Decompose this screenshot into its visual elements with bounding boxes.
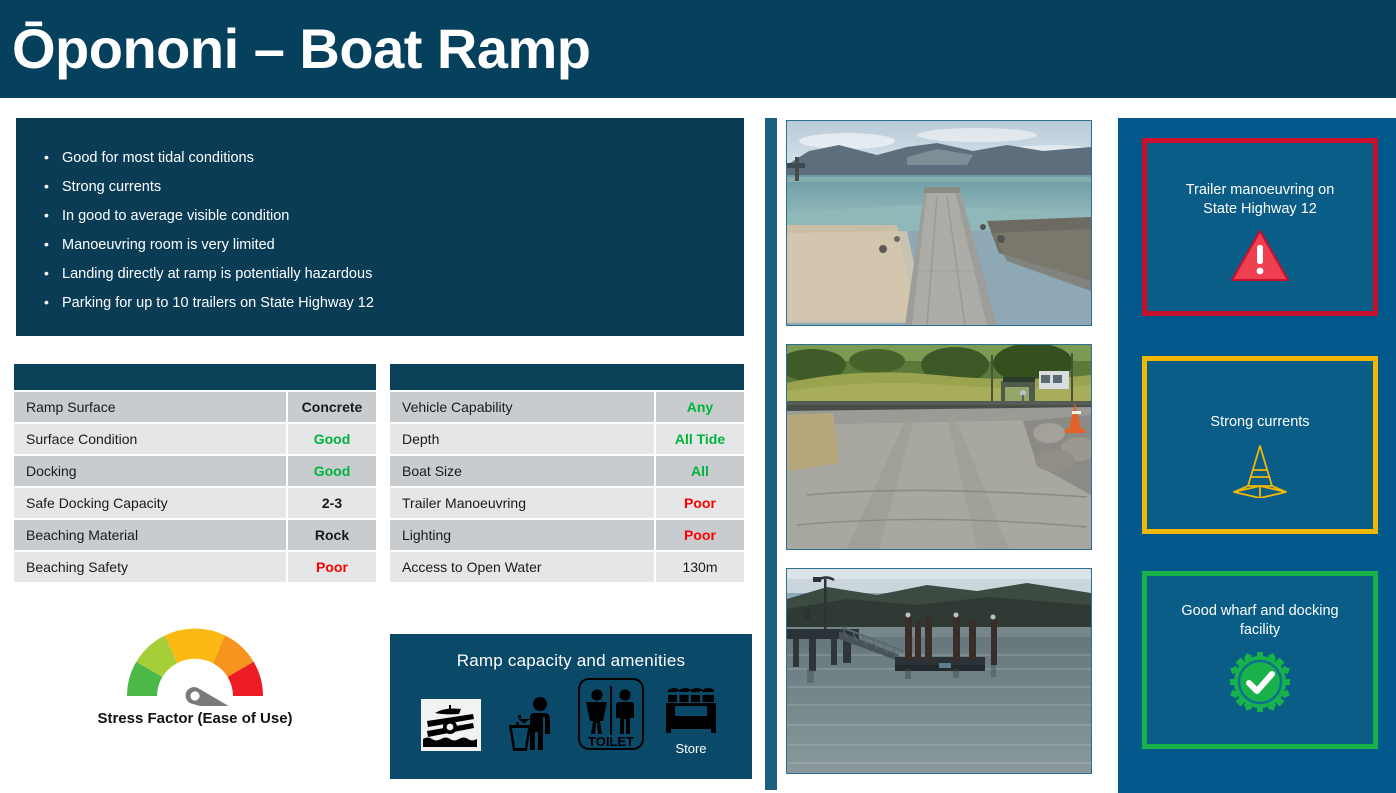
table-cell-value: Poor	[286, 552, 376, 582]
amenity-caption: Store	[675, 741, 707, 756]
table-row: Lighting Poor	[390, 520, 744, 550]
alerts-panel: Trailer manoeuvring on State Highway 12 …	[1118, 118, 1396, 793]
table-cell-value: 2-3	[286, 488, 376, 518]
alert-card-caution: Strong currents	[1142, 356, 1378, 534]
table-row: Ramp Surface Concrete	[14, 392, 376, 422]
table-row: Access to Open Water 130m	[390, 552, 744, 582]
table-cell-value: Good	[286, 424, 376, 454]
alert-card-hazard: Trailer manoeuvring on State Highway 12	[1142, 138, 1378, 316]
table-cell-label: Beaching Material	[26, 527, 139, 543]
alert-text: Trailer manoeuvring on State Highway 12	[1185, 182, 1335, 217]
table-cell-label: Docking	[26, 463, 77, 479]
table-cell-value: Concrete	[286, 392, 376, 422]
list-item: Manoeuvring room is very limited	[42, 236, 744, 253]
alert-text: Good wharf and docking facility	[1181, 603, 1339, 638]
amenity-toilet: TOILET TOILET	[574, 677, 648, 756]
alert-card-positive: Good wharf and docking facility	[1142, 571, 1378, 749]
ramp-attributes-table: Ramp Surface Concrete Surface Condition …	[14, 364, 376, 584]
table-cell-label: Depth	[402, 431, 440, 447]
table-cell-label: Safe Docking Capacity	[26, 495, 168, 511]
alert-icon-wrap	[1147, 229, 1373, 283]
alert-icon-wrap	[1147, 650, 1373, 714]
store-stall-icon	[666, 688, 716, 733]
table-row: Vehicle Capability Any	[390, 392, 744, 422]
list-item: Landing directly at ramp is potentially …	[42, 265, 744, 282]
table-row: Beaching Safety Poor	[14, 552, 376, 582]
rubbish-bin-icon	[509, 697, 550, 751]
page-title: Ōpononi – Boat Ramp	[12, 17, 591, 80]
photo-wharf-pontoon	[786, 568, 1092, 774]
svg-text:TOILET: TOILET	[588, 734, 634, 749]
table-cell-label: Boat Size	[402, 463, 462, 479]
list-item: In good to average visible condition	[42, 207, 744, 224]
table-row: Docking Good	[14, 456, 376, 486]
table-cell-value: Any	[654, 392, 744, 422]
boat-ramp-icon	[421, 699, 481, 751]
gauge-caption: Stress Factor (Ease of Use)	[97, 710, 293, 727]
table-cell-value: Poor	[654, 520, 744, 550]
table-cell-value: All	[654, 456, 744, 486]
photo-ramp-to-water	[786, 120, 1092, 326]
table-cell-value: Rock	[286, 520, 376, 550]
alert-icon-wrap	[1147, 442, 1373, 498]
table-cell-label: Access to Open Water	[402, 559, 542, 575]
table-header-bar	[14, 364, 376, 390]
stress-factor-gauge: Stress Factor (Ease of Use)	[14, 620, 376, 727]
summary-bullets-list: Good for most tidal conditions Strong cu…	[16, 118, 744, 311]
table-cell-value: Poor	[654, 488, 744, 518]
table-cell-label: Beaching Safety	[26, 559, 128, 575]
gauge-dial-icon	[127, 628, 263, 706]
photo-column	[786, 120, 1092, 774]
table-row: Boat Size All	[390, 456, 744, 486]
table-row: Surface Condition Good	[14, 424, 376, 454]
toilet-sign-icon: TOILET	[578, 678, 644, 750]
table-cell-label: Ramp Surface	[26, 399, 116, 415]
table-row: Safe Docking Capacity 2-3	[14, 488, 376, 518]
access-attributes-table: Vehicle Capability Any Depth All Tide Bo…	[390, 364, 744, 584]
table-cell-label: Surface Condition	[26, 431, 138, 447]
amenities-panel: Ramp capacity and amenities TOILET Store	[390, 634, 752, 779]
list-item: Strong currents	[42, 178, 744, 195]
list-item: Parking for up to 10 trailers on State H…	[42, 294, 744, 311]
verified-check-badge-icon	[1230, 652, 1290, 712]
warning-triangle-icon	[1231, 230, 1289, 281]
table-cell-label: Trailer Manoeuvring	[402, 495, 526, 511]
amenities-title: Ramp capacity and amenities	[456, 651, 686, 670]
summary-bullets-panel: Good for most tidal conditions Strong cu…	[16, 118, 744, 336]
table-row: Trailer Manoeuvring Poor	[390, 488, 744, 518]
table-header-bar	[390, 364, 744, 390]
column-divider	[765, 118, 777, 790]
table-cell-value: Good	[286, 456, 376, 486]
table-row: Beaching Material Rock	[14, 520, 376, 550]
table-row: Depth All Tide	[390, 424, 744, 454]
amenity-rubbish-bin	[494, 695, 568, 756]
photo-ramp-to-road	[786, 344, 1092, 550]
traffic-cone-icon	[1233, 445, 1287, 498]
table-cell-value: All Tide	[654, 424, 744, 454]
list-item: Good for most tidal conditions	[42, 149, 744, 166]
table-cell-label: Vehicle Capability	[402, 399, 513, 415]
amenity-store: Store	[654, 686, 728, 756]
amenities-icon-row: TOILET TOILET Store	[390, 671, 752, 756]
page-header: Ōpononi – Boat Ramp	[0, 0, 1396, 98]
table-cell-value: 130m	[654, 552, 744, 582]
amenity-boat-ramp	[414, 697, 488, 756]
table-cell-label: Lighting	[402, 527, 452, 543]
alert-text: Strong currents	[1210, 414, 1310, 430]
